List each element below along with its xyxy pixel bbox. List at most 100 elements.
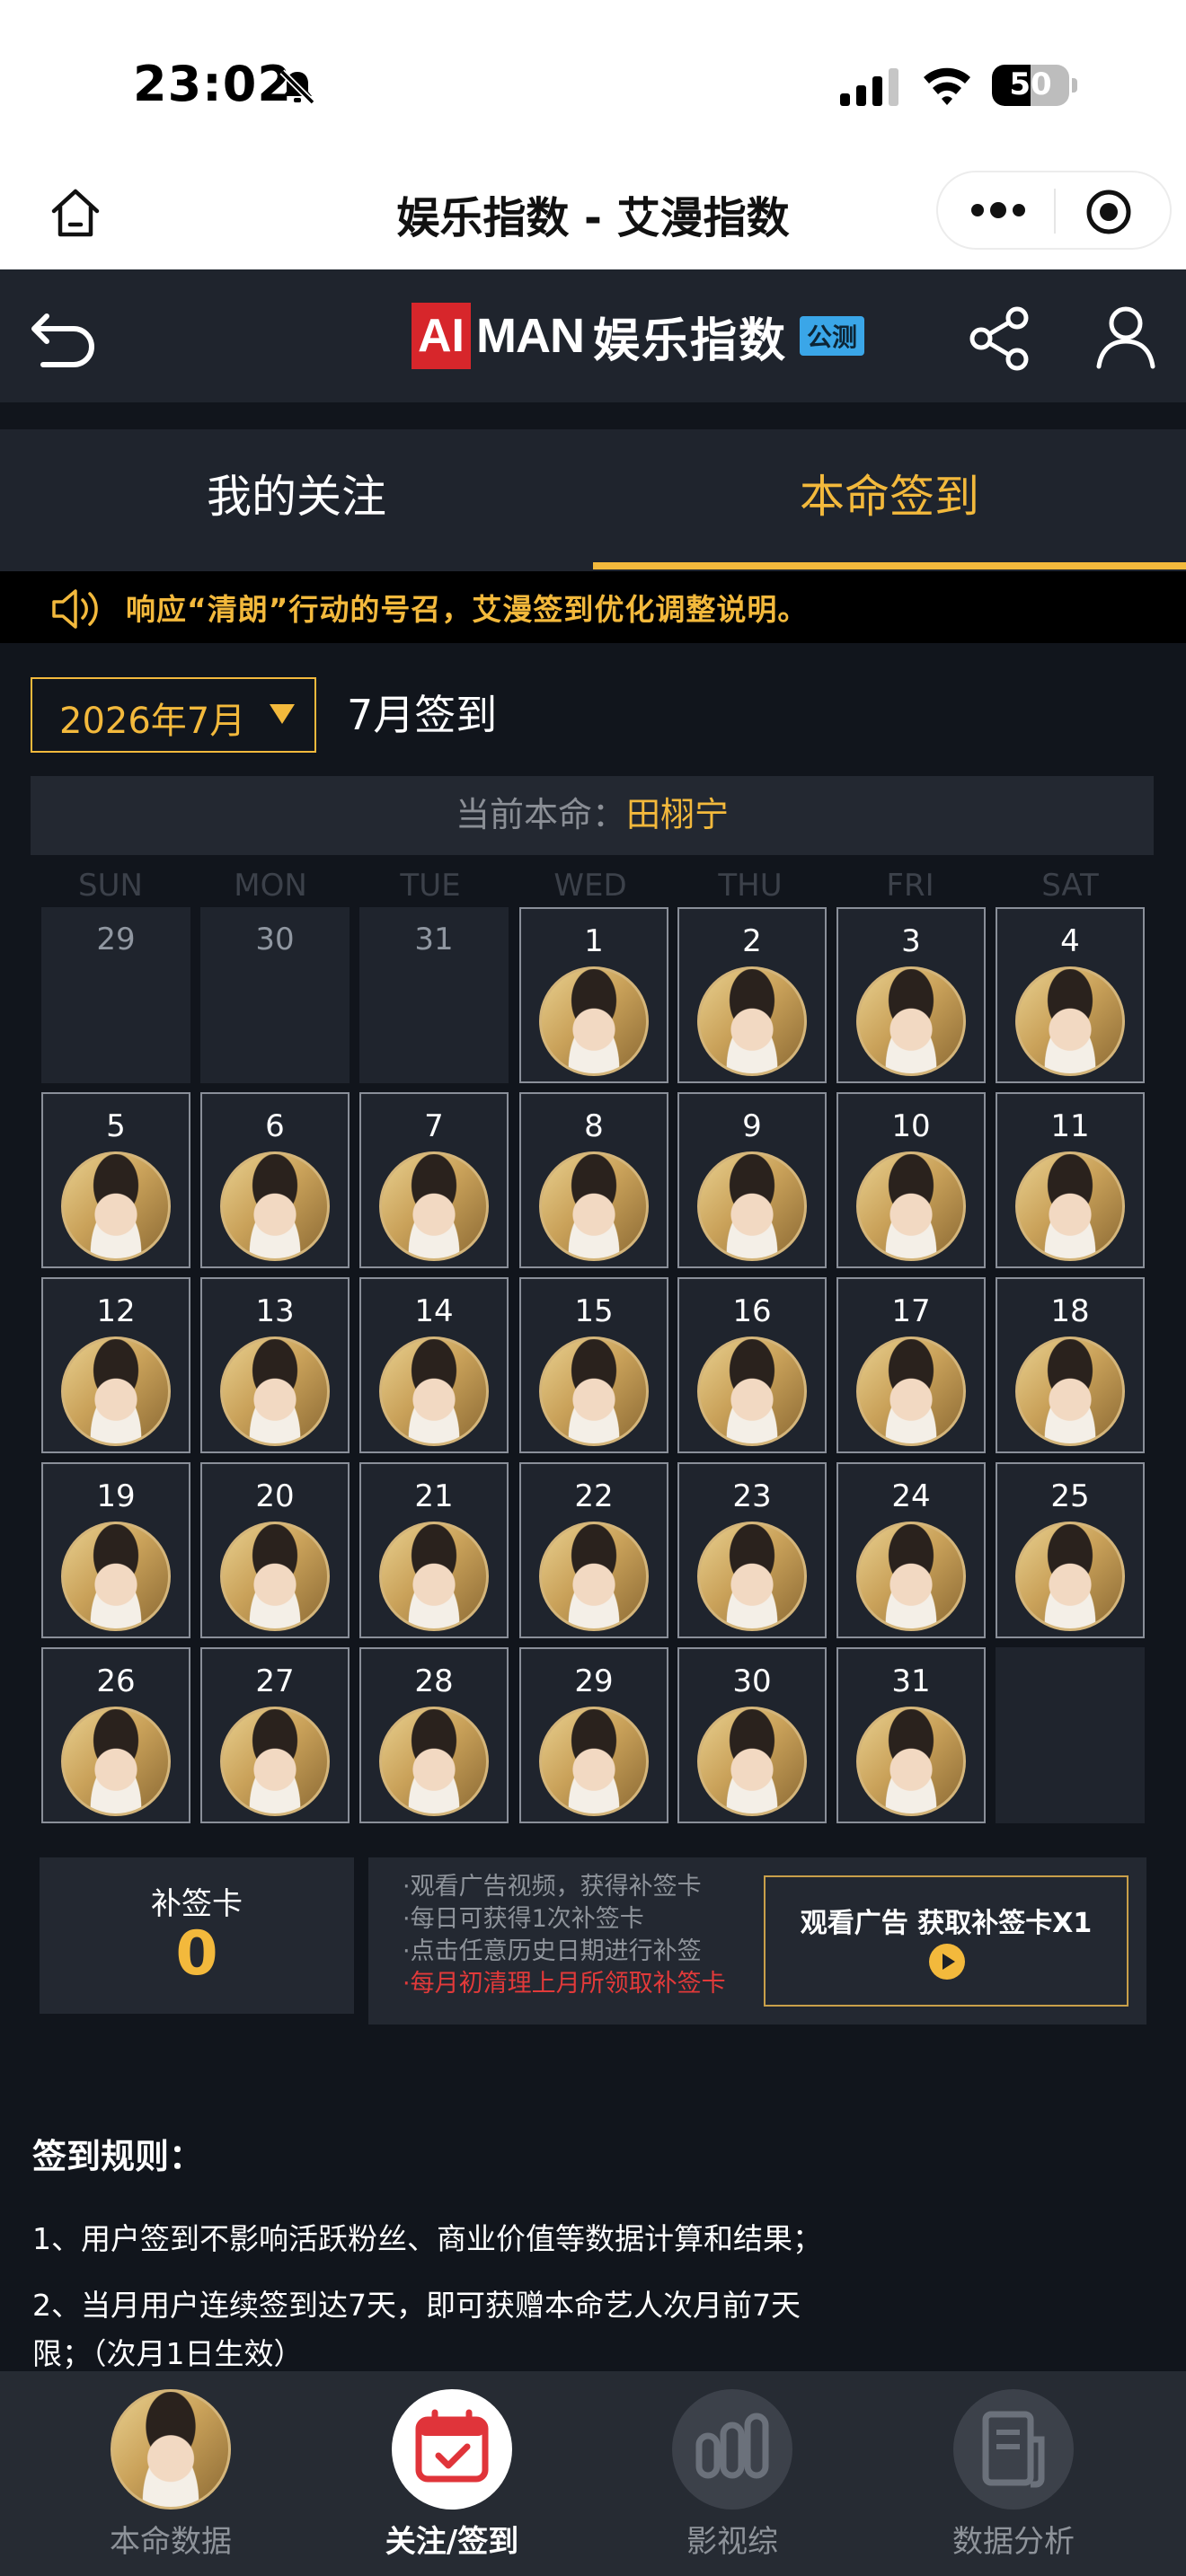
app-logo: AI MAN 娱乐指数 公测	[412, 300, 865, 372]
day-number: 5	[106, 1108, 126, 1144]
calendar-day-checked[interactable]: 14	[359, 1277, 509, 1453]
checkin-avatar	[61, 1151, 171, 1261]
calendar-day-checked[interactable]: 3	[836, 907, 986, 1083]
calendar-day-prev-month[interactable]: 29	[41, 907, 190, 1083]
checkin-avatar	[220, 1522, 330, 1631]
checkin-avatar	[856, 966, 966, 1076]
rule-item: 2、当月用户连续签到达7天，即可获赠本命艺人次月前7天	[32, 2288, 801, 2323]
day-number: 20	[255, 1478, 295, 1514]
calendar-day-checked[interactable]: 27	[200, 1647, 350, 1823]
tip-item: ·观看广告视频，获得补签卡	[403, 1873, 702, 1901]
calendar-day-checked[interactable]: 10	[836, 1092, 986, 1268]
more-dots-icon[interactable]	[970, 199, 1026, 221]
nav-follow-checkin[interactable]: 关注/签到	[344, 2389, 560, 2569]
checkin-avatar	[856, 1337, 966, 1446]
calendar-day-checked[interactable]: 13	[200, 1277, 350, 1453]
calendar-day-checked[interactable]: 23	[677, 1462, 827, 1638]
tip-item: ·点击任意历史日期进行补签	[403, 1937, 702, 1965]
calendar-day-checked[interactable]: 25	[996, 1462, 1145, 1638]
calendar-day-checked[interactable]: 21	[359, 1462, 509, 1638]
document-icon	[982, 2411, 1045, 2488]
calendar-day-checked[interactable]: 16	[677, 1277, 827, 1453]
rule-item: 1、用户签到不影响活跃粉丝、商业价值等数据计算和结果；	[32, 2221, 822, 2256]
nav-label: 关注/签到	[385, 2524, 519, 2560]
checkin-avatar	[379, 1707, 489, 1816]
checkin-avatar	[379, 1522, 489, 1631]
watch-ad-button[interactable]: 观看广告 获取补签卡X1	[764, 1875, 1128, 2007]
status-time: 23:02	[133, 56, 292, 112]
weekday-header: SUN MON TUE WED THU FRI SAT	[31, 868, 1154, 909]
month-dropdown[interactable]: 2026年7月	[31, 677, 316, 753]
page: 23:02 50 娱乐指数 - 艾漫指数 AI MAN 娱乐指数 公测 我的关注…	[0, 0, 1186, 2576]
checkin-avatar	[856, 1522, 966, 1631]
calendar-day-checked[interactable]: 4	[996, 907, 1145, 1083]
checkin-avatar	[539, 966, 649, 1076]
rules-title: 签到规则：	[32, 2137, 204, 2176]
checkin-avatar	[539, 1151, 649, 1261]
tab-checkin[interactable]: 本命签到	[593, 429, 1186, 571]
day-number: 29	[574, 1663, 614, 1699]
calendar-day-checked[interactable]: 19	[41, 1462, 190, 1638]
day-number: 2	[742, 923, 762, 959]
day-number: 21	[414, 1478, 454, 1514]
day-number: 16	[732, 1293, 772, 1329]
share-icon[interactable]	[969, 305, 1031, 372]
checkin-avatar	[379, 1151, 489, 1261]
calendar-day-checked[interactable]: 24	[836, 1462, 986, 1638]
calendar-day-checked[interactable]: 8	[519, 1092, 668, 1268]
day-number: 13	[255, 1293, 295, 1329]
calendar-day-empty	[996, 1647, 1145, 1823]
calendar-day-prev-month[interactable]: 31	[359, 907, 509, 1083]
day-number: 31	[891, 1663, 931, 1699]
calendar-day-checked[interactable]: 7	[359, 1092, 509, 1268]
day-number: 18	[1050, 1293, 1090, 1329]
calendar-day-checked[interactable]: 28	[359, 1647, 509, 1823]
bars-chart-icon	[695, 2413, 769, 2479]
current-idol-label: 当前本命：	[455, 795, 626, 834]
checkin-avatar	[697, 1151, 807, 1261]
checkin-avatar	[61, 1707, 171, 1816]
calendar-day-checked[interactable]: 2	[677, 907, 827, 1083]
calendar-day-checked[interactable]: 31	[836, 1647, 986, 1823]
calendar-day-checked[interactable]: 6	[200, 1092, 350, 1268]
day-number: 10	[891, 1108, 931, 1144]
back-icon[interactable]	[27, 305, 99, 368]
day-number: 11	[1050, 1108, 1090, 1144]
avatar	[111, 2389, 231, 2510]
user-icon[interactable]	[1094, 304, 1157, 370]
calendar-day-checked[interactable]: 29	[519, 1647, 668, 1823]
calendar-day-checked[interactable]: 1	[519, 907, 668, 1083]
nav-idol-data[interactable]: 本命数据	[63, 2389, 279, 2569]
calendar-day-checked[interactable]: 30	[677, 1647, 827, 1823]
day-number: 30	[255, 922, 295, 957]
makeup-card-label: 补签卡	[151, 1886, 243, 1922]
calendar-day-checked[interactable]: 12	[41, 1277, 190, 1453]
calendar-day-checked[interactable]: 22	[519, 1462, 668, 1638]
calendar-day-checked[interactable]: 17	[836, 1277, 986, 1453]
calendar-day-prev-month[interactable]: 30	[200, 907, 350, 1083]
checkin-avatar	[539, 1337, 649, 1446]
day-number: 8	[584, 1108, 604, 1144]
checkin-avatar	[220, 1337, 330, 1446]
day-number: 29	[96, 922, 136, 957]
nav-film-tv[interactable]: 影视综	[624, 2389, 840, 2569]
calendar-day-checked[interactable]: 15	[519, 1277, 668, 1453]
calendar-day-checked[interactable]: 20	[200, 1462, 350, 1638]
calendar-day-checked[interactable]: 11	[996, 1092, 1145, 1268]
close-target-icon[interactable]	[1084, 187, 1134, 237]
logo-man: MAN	[476, 309, 585, 363]
checkin-avatar	[539, 1707, 649, 1816]
tab-my-follow[interactable]: 我的关注	[0, 429, 593, 571]
day-number: 31	[414, 922, 454, 957]
calendar-day-checked[interactable]: 9	[677, 1092, 827, 1268]
calendar-day-checked[interactable]: 18	[996, 1277, 1145, 1453]
checkin-avatar	[697, 1337, 807, 1446]
month-value: 2026年7月	[59, 701, 246, 742]
play-icon	[929, 1944, 965, 1980]
nav-data-analysis[interactable]: 数据分析	[906, 2389, 1121, 2569]
silent-bell-icon	[279, 69, 315, 105]
day-number: 12	[96, 1293, 136, 1329]
calendar-day-checked[interactable]: 5	[41, 1092, 190, 1268]
watch-ad-label: 观看广告 获取补签卡X1	[800, 1908, 1093, 1939]
calendar-day-checked[interactable]: 26	[41, 1647, 190, 1823]
